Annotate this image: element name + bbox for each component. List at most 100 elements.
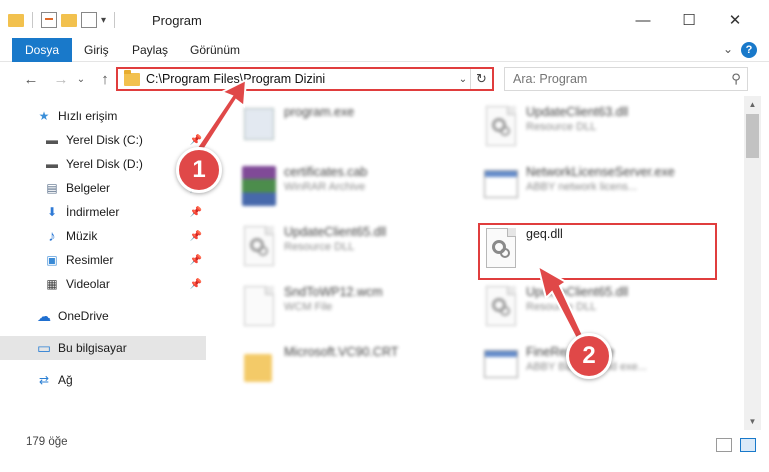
address-bar[interactable]: C:\Program Files\Program Dizini ⌄ ↻ [116,67,494,91]
customize-qat-icon[interactable]: ▾ [101,15,106,26]
navigation-pane: ★ Hızlı erişim ▬ Yerel Disk (C:) 📌 ▬ Yer… [0,96,206,430]
view-options-icon[interactable] [81,12,97,28]
dll-icon [238,224,278,270]
computer-icon: ▭ [36,340,52,357]
sidebar-item-local-disk-c[interactable]: ▬ Yerel Disk (C:) 📌 [0,128,206,152]
refresh-button[interactable]: ↻ [470,69,492,89]
list-item[interactable]: UpdateClient65.dll Resource DLL [480,284,730,336]
file-name: UpdateClient63.dll [526,105,629,119]
help-icon[interactable]: ? [741,42,757,58]
up-button[interactable]: ↑ [94,68,116,90]
properties-icon[interactable] [41,12,57,28]
sidebar-item-label: Bu bilgisayar [58,341,127,355]
disk-icon: ▬ [46,157,58,171]
tab-gorunum[interactable]: Görünüm [190,38,240,62]
window-title: Program [152,13,202,28]
sidebar-item-label: Belgeler [66,181,111,195]
sidebar-item-label: Ağ [58,373,73,387]
folder-icon [124,69,140,86]
scroll-down-icon[interactable]: ▼ [744,413,761,430]
winrar-icon [238,164,278,210]
file-name: NetworkLicenseServer.exe [526,165,675,179]
folder-icon[interactable] [8,13,24,27]
sidebar-item-quick-access[interactable]: ★ Hızlı erişim [0,104,206,128]
search-box[interactable]: ⚲ [504,67,748,91]
minimize-button[interactable]: — [620,6,666,34]
callout-1-badge: 1 [176,147,222,193]
dll-icon [480,104,520,150]
network-icon: ⇄ [38,373,50,387]
search-icon[interactable]: ⚲ [725,71,747,87]
tab-dosya[interactable]: Dosya [12,38,73,62]
download-icon: ⬇ [46,205,58,219]
app-icon [480,344,520,390]
scroll-up-icon[interactable]: ▲ [744,96,761,113]
sidebar-item-label: Yerel Disk (C:) [66,133,143,147]
sidebar-item-this-pc[interactable]: ▭ Bu bilgisayar [0,336,206,360]
disk-icon: ▬ [46,133,58,147]
close-button[interactable]: ✕ [712,6,758,34]
forward-button[interactable]: → [50,68,72,90]
file-type: Resource DLL [526,301,597,313]
pictures-icon: ▣ [46,253,58,267]
list-item[interactable]: program.exe [238,104,488,156]
sidebar-item-documents[interactable]: ▤ Belgeler 📌 [0,176,206,200]
tab-paylas[interactable]: Paylaş [132,38,168,62]
file-type: Resource DLL [526,121,597,133]
file-name: Microsoft.VC90.CRT [284,345,399,359]
item-count: 179 öğe [26,436,68,448]
search-input[interactable] [513,69,725,89]
ribbon-expand-icon[interactable]: ⌄ [723,42,733,56]
sidebar-item-videos[interactable]: ▦ Videolar 📌 [0,272,206,296]
new-folder-icon[interactable] [61,13,77,27]
tab-giris[interactable]: Giriş [84,38,109,62]
address-path[interactable]: C:\Program Files\Program Dizini [146,72,456,86]
toolbar-divider [32,12,33,28]
dll-icon [480,284,520,330]
sidebar-item-label: İndirmeler [66,205,120,219]
details-view-icon[interactable] [716,438,732,452]
star-icon: ★ [38,109,50,123]
file-name: UpdateClient65.dll [284,225,387,239]
list-item[interactable]: NetworkLicenseServer.exe ABBY network lic… [480,164,730,216]
navigation-bar: ← → ⌄ ↑ C:\Program Files\Program Dizini … [0,62,769,96]
list-item[interactable]: UpdateClient63.dll Resource DLL [480,104,730,156]
pin-icon[interactable]: 📌 [190,255,202,266]
pin-icon[interactable]: 📌 [190,231,202,242]
scrollbar-thumb[interactable] [746,114,759,158]
callout-2-badge: 2 [566,333,612,379]
status-bar: 179 öğe [0,432,769,472]
sidebar-item-label: Müzik [66,229,98,243]
maximize-button[interactable]: ☐ [666,6,712,34]
exe-icon [238,104,278,150]
cloud-icon: ☁ [37,307,51,324]
address-dropdown-icon[interactable]: ⌄ [456,74,470,85]
sidebar-item-onedrive[interactable]: ☁ OneDrive [0,304,206,328]
recent-locations-button[interactable]: ⌄ [74,68,88,90]
file-type: WinRAR Archive [284,181,366,193]
sidebar-item-local-disk-d[interactable]: ▬ Yerel Disk (D:) [0,152,206,176]
pin-icon[interactable]: 📌 [190,279,202,290]
large-icons-view-icon[interactable] [740,438,756,452]
quick-access-toolbar: ▾ [8,10,119,30]
sidebar-item-label: OneDrive [58,309,109,323]
vertical-scrollbar[interactable]: ▲ ▼ [744,96,761,430]
sidebar-item-label: Videolar [66,277,110,291]
ribbon-tabs: Dosya Giriş Paylaş Görünüm ⌄ ? [0,38,769,62]
pin-icon[interactable]: 📌 [190,207,202,218]
sidebar-item-pictures[interactable]: ▣ Resimler 📌 [0,248,206,272]
file-name: certificates.cab [284,165,368,179]
sidebar-item-label: Yerel Disk (D:) [66,157,143,171]
list-item[interactable]: Microsoft.VC90.CRT [238,344,488,396]
sidebar-item-network[interactable]: ⇄ Ağ [0,368,206,392]
file-name: SndToWP12.wcm [284,285,383,299]
list-item[interactable]: UpdateClient65.dll Resource DLL [238,224,488,276]
title-bar: ▾ Program — ☐ ✕ [0,0,769,38]
list-item[interactable]: SndToWP12.wcm WCM File [238,284,488,336]
sidebar-item-music[interactable]: ♪ Müzik 📌 [0,224,206,248]
back-button[interactable]: ← [20,68,42,90]
list-item[interactable]: certificates.cab WinRAR Archive [238,164,488,216]
toolbar-divider [114,12,116,28]
pin-icon[interactable]: 📌 [190,135,202,146]
sidebar-item-downloads[interactable]: ⬇ İndirmeler 📌 [0,200,206,224]
